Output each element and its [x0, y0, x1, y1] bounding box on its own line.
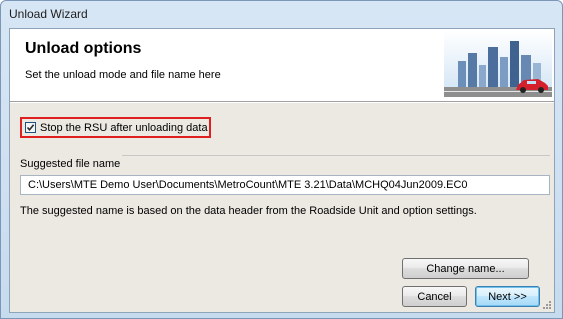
group-divider [122, 155, 550, 156]
stop-rsu-option-highlight[interactable]: Stop the RSU after unloading data [20, 117, 211, 138]
file-name-note: The suggested name is based on the data … [20, 205, 477, 217]
cancel-button[interactable]: Cancel [402, 286, 467, 307]
change-name-button[interactable]: Change name... [402, 258, 529, 279]
resize-grip-icon[interactable] [542, 300, 552, 310]
stop-rsu-checkbox[interactable] [25, 122, 36, 133]
window-title: Unload Wizard [9, 7, 88, 21]
page-subtitle: Set the unload mode and file name here [25, 69, 221, 81]
wizard-header: Unload options Set the unload mode and f… [10, 29, 554, 101]
file-name-field[interactable]: C:\Users\MTE Demo User\Documents\MetroCo… [20, 175, 550, 195]
next-button[interactable]: Next >> [475, 286, 540, 307]
wizard-window: Unload Wizard Unload options Set the unl… [0, 0, 563, 319]
city-skyline-image [444, 31, 552, 97]
wizard-client-area: Unload options Set the unload mode and f… [9, 28, 555, 313]
checkmark-icon [26, 124, 35, 132]
stop-rsu-label[interactable]: Stop the RSU after unloading data [40, 122, 208, 134]
title-bar[interactable]: Unload Wizard [1, 1, 562, 27]
header-divider-highlight [10, 102, 554, 103]
page-title: Unload options [25, 40, 142, 57]
file-name-group-label: Suggested file name [20, 158, 121, 170]
